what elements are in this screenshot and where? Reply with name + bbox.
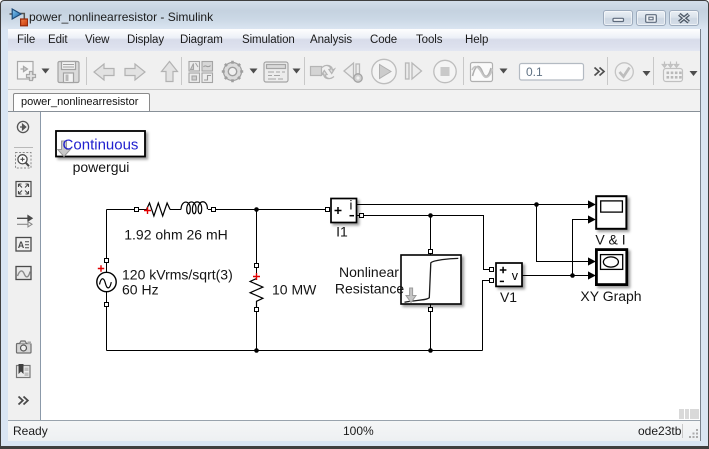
svg-text:10 MW: 10 MW <box>272 282 317 298</box>
svg-text:Resistance: Resistance <box>335 281 404 297</box>
svg-text:Nonlinear: Nonlinear <box>339 264 399 280</box>
svg-text:0.1: 0.1 <box>526 65 543 79</box>
svg-text:XY Graph: XY Graph <box>580 288 641 304</box>
svg-text:V & I: V & I <box>595 232 625 248</box>
svg-text:powergui: powergui <box>73 159 130 175</box>
svg-text:Continuous: Continuous <box>63 137 139 154</box>
svg-text:120 kVrms/sqrt(3): 120 kVrms/sqrt(3) <box>122 267 233 283</box>
svg-text:60 Hz: 60 Hz <box>122 282 159 298</box>
svg-text:1.92 ohm 26 mH: 1.92 ohm 26 mH <box>124 227 228 243</box>
svg-text:i: i <box>350 198 353 213</box>
svg-text:V1: V1 <box>500 289 517 305</box>
svg-text:I1: I1 <box>336 224 348 240</box>
svg-text:A: A <box>18 240 25 250</box>
svg-text:v: v <box>512 269 519 283</box>
